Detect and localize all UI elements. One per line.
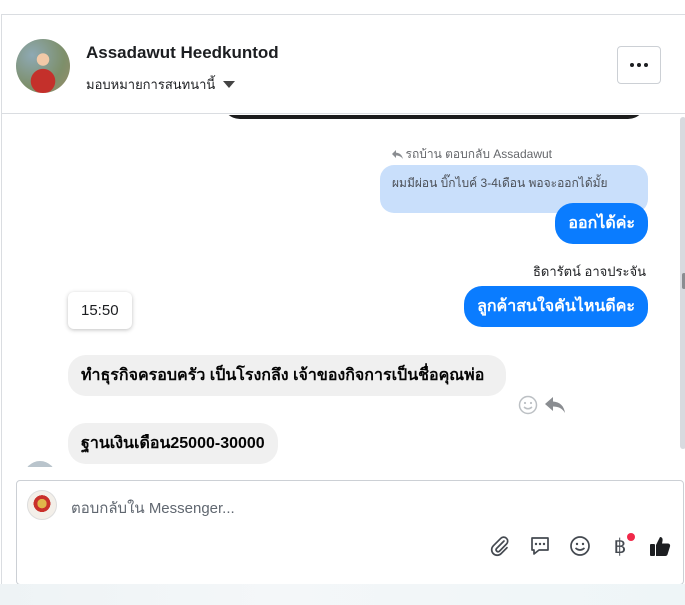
message-input[interactable] bbox=[71, 497, 591, 519]
incoming-message[interactable]: ทำธุรกิจครอบครัว เป็นโรงกลึง เจ้าของกิจก… bbox=[68, 355, 506, 396]
message-timestamp-tooltip: 15:50 bbox=[68, 292, 132, 329]
message-actions bbox=[518, 395, 566, 415]
thumbs-up-icon[interactable] bbox=[647, 533, 673, 559]
incoming-message[interactable]: ฐานเงินเดือน25000-30000 bbox=[68, 423, 278, 464]
reply-context: รถบ้าน ตอบกลับ Assadawut bbox=[391, 145, 553, 164]
baht-icon[interactable]: ฿ bbox=[607, 533, 635, 559]
conversation-header: Assadawut Heedkuntod มอบหมายการสนทนานี้ bbox=[2, 15, 685, 114]
notification-dot bbox=[627, 533, 635, 541]
more-options-button[interactable] bbox=[617, 46, 661, 84]
previous-media-attachment[interactable] bbox=[222, 115, 646, 119]
reply-composer: ฿ bbox=[16, 480, 684, 585]
more-dot bbox=[644, 63, 648, 67]
composer-toolbar: ฿ bbox=[487, 533, 673, 559]
conversation-panel: Assadawut Heedkuntod มอบหมายการสนทนานี้ … bbox=[1, 14, 685, 585]
paperclip-icon[interactable] bbox=[487, 533, 513, 559]
page-avatar bbox=[27, 490, 57, 520]
contact-mini-avatar bbox=[24, 461, 56, 467]
message-thread[interactable]: รถบ้าน ตอบกลับ Assadawut ผมมีผ่อน บิ๊กไบ… bbox=[2, 115, 685, 467]
more-dot bbox=[630, 63, 634, 67]
assign-conversation-dropdown[interactable]: มอบหมายการสนทนานี้ bbox=[86, 74, 236, 95]
chat-bubble-icon[interactable] bbox=[527, 533, 553, 559]
reply-context-text: รถบ้าน ตอบกลับ Assadawut bbox=[405, 147, 553, 161]
reply-arrow-icon bbox=[391, 150, 403, 159]
contact-avatar[interactable] bbox=[16, 39, 70, 93]
reply-icon[interactable] bbox=[544, 395, 566, 415]
sender-name: ธิดารัตน์ อาจประจัน bbox=[532, 264, 646, 279]
more-dot bbox=[637, 63, 641, 67]
outgoing-message[interactable]: ออกได้ค่ะ bbox=[555, 203, 648, 244]
smiley-icon[interactable] bbox=[567, 533, 593, 559]
baht-glyph: ฿ bbox=[613, 534, 627, 558]
contact-name[interactable]: Assadawut Heedkuntod bbox=[86, 43, 279, 63]
caret-down-icon bbox=[223, 81, 236, 88]
react-smiley-icon[interactable] bbox=[518, 395, 538, 415]
outgoing-message[interactable]: ลูกค้าสนใจคันไหนดีคะ bbox=[464, 286, 648, 327]
page-background-strip bbox=[0, 584, 685, 605]
assign-label: มอบหมายการสนทนานี้ bbox=[86, 77, 216, 92]
